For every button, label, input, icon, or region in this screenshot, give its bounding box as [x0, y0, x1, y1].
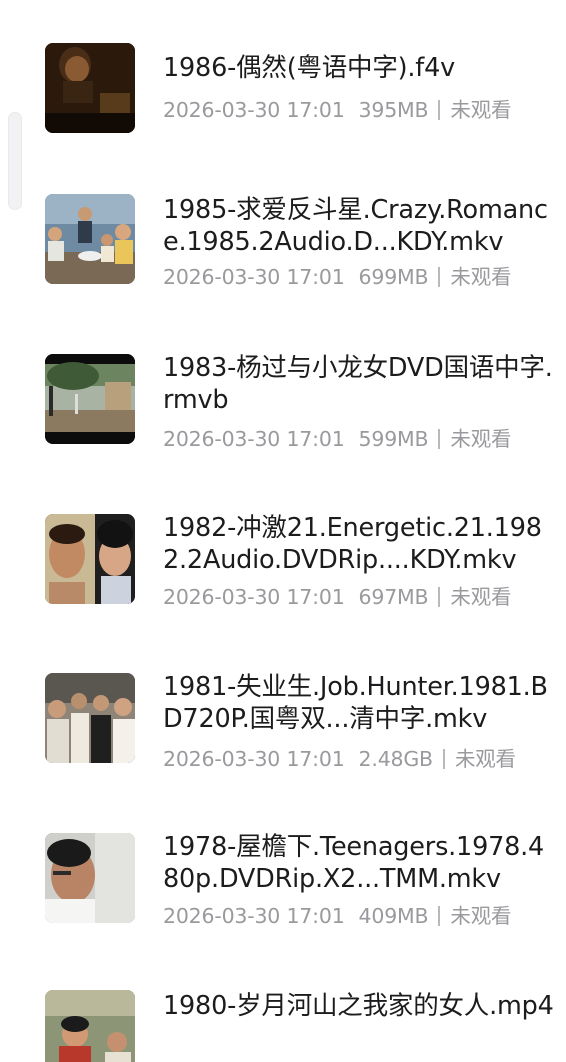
video-size: 699MB: [358, 265, 429, 289]
video-title: 1983-杨过与小龙女DVD国语中字.rmvb: [163, 353, 553, 415]
video-item[interactable]: 1978-屋檐下.Teenagers.1978.480p.DVDRip.X2..…: [0, 804, 566, 954]
video-meta: 2026-03-30 17:01 395MB 未观看: [163, 97, 558, 123]
classroom-group-thumbnail[interactable]: [45, 194, 135, 284]
video-title: 1985-求爱反斗星.Crazy.Romance.1985.2Audio.D..…: [163, 195, 548, 257]
video-size: 395MB: [358, 98, 429, 122]
poster-group-thumbnail[interactable]: [45, 990, 135, 1062]
watch-status: 未观看: [450, 904, 512, 928]
video-meta: 2026-03-30 17:01 697MB 未观看: [163, 584, 558, 610]
video-date: 2026-03-30 17:01: [163, 265, 345, 289]
video-item[interactable]: 1981-失业生.Job.Hunter.1981.BD720P.国粤双...清中…: [0, 644, 566, 794]
meta-divider: [438, 587, 441, 607]
watch-status: 未观看: [450, 98, 512, 122]
video-title: 1982-冲激21.Energetic.21.1982.2Audio.DVDRi…: [163, 513, 542, 575]
video-size: 409MB: [358, 904, 429, 928]
crowd-scene-thumbnail[interactable]: [45, 673, 135, 763]
watch-status: 未观看: [450, 265, 512, 289]
video-title: 1978-屋檐下.Teenagers.1978.480p.DVDRip.X2..…: [163, 832, 545, 894]
video-size: 697MB: [358, 585, 429, 609]
video-item[interactable]: 1985-求爱反斗星.Crazy.Romance.1985.2Audio.D..…: [0, 162, 566, 312]
video-date: 2026-03-30 17:01: [163, 747, 345, 771]
outdoor-tree-scene-thumbnail[interactable]: [45, 354, 135, 444]
video-date: 2026-03-30 17:01: [163, 904, 345, 928]
man-profile-thumbnail[interactable]: [45, 833, 135, 923]
video-meta: 2026-03-30 17:01 2.48GB 未观看: [163, 746, 558, 772]
video-title: 1981-失业生.Job.Hunter.1981.BD720P.国粤双...清中…: [163, 672, 548, 734]
video-date: 2026-03-30 17:01: [163, 585, 345, 609]
video-meta: 2026-03-30 17:01 699MB 未观看: [163, 264, 558, 290]
dark-portrait-thumbnail[interactable]: [45, 43, 135, 133]
two-people-closeup-thumbnail[interactable]: [45, 514, 135, 604]
video-size: 2.48GB: [358, 747, 434, 771]
video-item[interactable]: 1982-冲激21.Energetic.21.1982.2Audio.DVDRi…: [0, 482, 566, 632]
meta-divider: [438, 100, 441, 120]
meta-divider: [442, 749, 445, 769]
watch-status: 未观看: [450, 585, 512, 609]
meta-divider: [438, 429, 441, 449]
video-title: 1980-岁月河山之我家的女人.mp4: [163, 991, 554, 1021]
video-item[interactable]: 1980-岁月河山之我家的女人.mp4: [0, 964, 566, 1062]
meta-divider: [438, 267, 441, 287]
meta-divider: [438, 906, 441, 926]
video-size: 599MB: [358, 427, 429, 451]
video-item[interactable]: 1986-偶然(粤语中字).f4v 2026-03-30 17:01 395MB 未…: [0, 0, 566, 150]
video-date: 2026-03-30 17:01: [163, 98, 345, 122]
video-meta: 2026-03-30 17:01 409MB 未观看: [163, 903, 558, 929]
watch-status: 未观看: [450, 427, 512, 451]
video-list: 1986-偶然(粤语中字).f4v 2026-03-30 17:01 395MB 未…: [0, 0, 566, 1062]
video-title: 1986-偶然(粤语中字).f4v: [163, 53, 455, 83]
video-item[interactable]: 1983-杨过与小龙女DVD国语中字.rmvb 2026-03-30 17:01…: [0, 322, 566, 472]
video-meta: 2026-03-30 17:01 599MB 未观看: [163, 426, 558, 452]
watch-status: 未观看: [454, 747, 516, 771]
video-date: 2026-03-30 17:01: [163, 427, 345, 451]
